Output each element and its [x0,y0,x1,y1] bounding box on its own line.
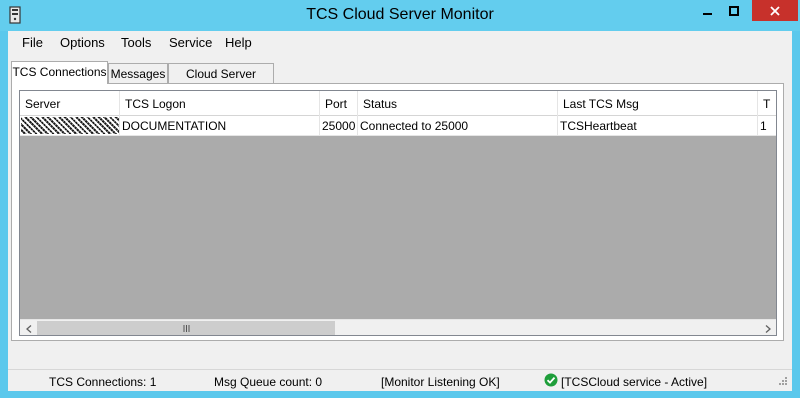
column-header-last-tcs-msg[interactable]: Last TCS Msg [558,91,758,116]
column-header-status[interactable]: Status [358,91,558,116]
column-header-tcs-logon[interactable]: TCS Logon [120,91,320,116]
window-title: TCS Cloud Server Monitor [306,6,494,23]
cell-port: 25000 [320,116,358,135]
menu-help[interactable]: Help [225,35,252,50]
status-tcs-connections: TCS Connections: 1 [49,375,157,389]
status-monitor-listening: [Monitor Listening OK] [381,375,500,389]
grip-lines-icon [183,325,189,332]
close-icon [770,5,780,16]
redacted-server-name [21,117,119,134]
cell-last-tcs-msg: TCSHeartbeat [558,116,758,135]
close-button[interactable] [752,0,798,21]
chevron-right-icon [765,324,771,333]
column-header-port[interactable]: Port [320,91,358,116]
maximize-button[interactable] [721,0,747,21]
status-bar: TCS Connections: 1 Msg Queue count: 0 [M… [8,369,792,391]
connections-grid[interactable]: Server TCS Logon Port Status Last TCS Ms… [19,90,777,336]
cell-status: Connected to 25000 [358,116,558,135]
menu-bar: File Options Tools Service Help [8,31,792,53]
tab-tcs-connections[interactable]: TCS Connections [11,61,108,84]
tab-panel: Server TCS Logon Port Status Last TCS Ms… [11,83,784,341]
scroll-right-button[interactable] [759,320,776,335]
column-header-server[interactable]: Server [20,91,120,116]
maximize-icon [729,5,739,16]
menu-options[interactable]: Options [60,35,105,50]
cell-tcs-logon: DOCUMENTATION [120,116,320,135]
menu-service[interactable]: Service [169,35,212,50]
client-area: File Options Tools Service Help TCS Conn… [8,31,792,391]
column-header-t[interactable]: T [758,91,776,116]
grid-header: Server TCS Logon Port Status Last TCS Ms… [20,91,776,116]
cell-server [20,116,120,135]
scroll-left-button[interactable] [20,320,37,335]
check-circle-icon [544,373,558,387]
table-row[interactable]: DOCUMENTATION 25000 Connected to 25000 T… [20,116,776,136]
menu-tools[interactable]: Tools [121,35,151,50]
minimize-button[interactable] [694,0,721,21]
menu-file[interactable]: File [22,35,43,50]
tab-messages[interactable]: Messages [108,63,168,84]
resize-grip-icon[interactable] [776,376,788,388]
status-msg-queue: Msg Queue count: 0 [214,375,323,389]
chevron-left-icon [25,324,31,333]
title-bar[interactable]: TCS Cloud Server Monitor [0,0,800,31]
minimize-icon [702,12,712,15]
tab-cloud-server-tester[interactable]: Cloud Server Tester [168,63,274,95]
status-service: [TCSCloud service - Active] [561,375,708,389]
cell-t: 1 [760,119,767,133]
horizontal-scrollbar[interactable] [20,319,776,335]
scroll-thumb[interactable] [37,321,335,335]
